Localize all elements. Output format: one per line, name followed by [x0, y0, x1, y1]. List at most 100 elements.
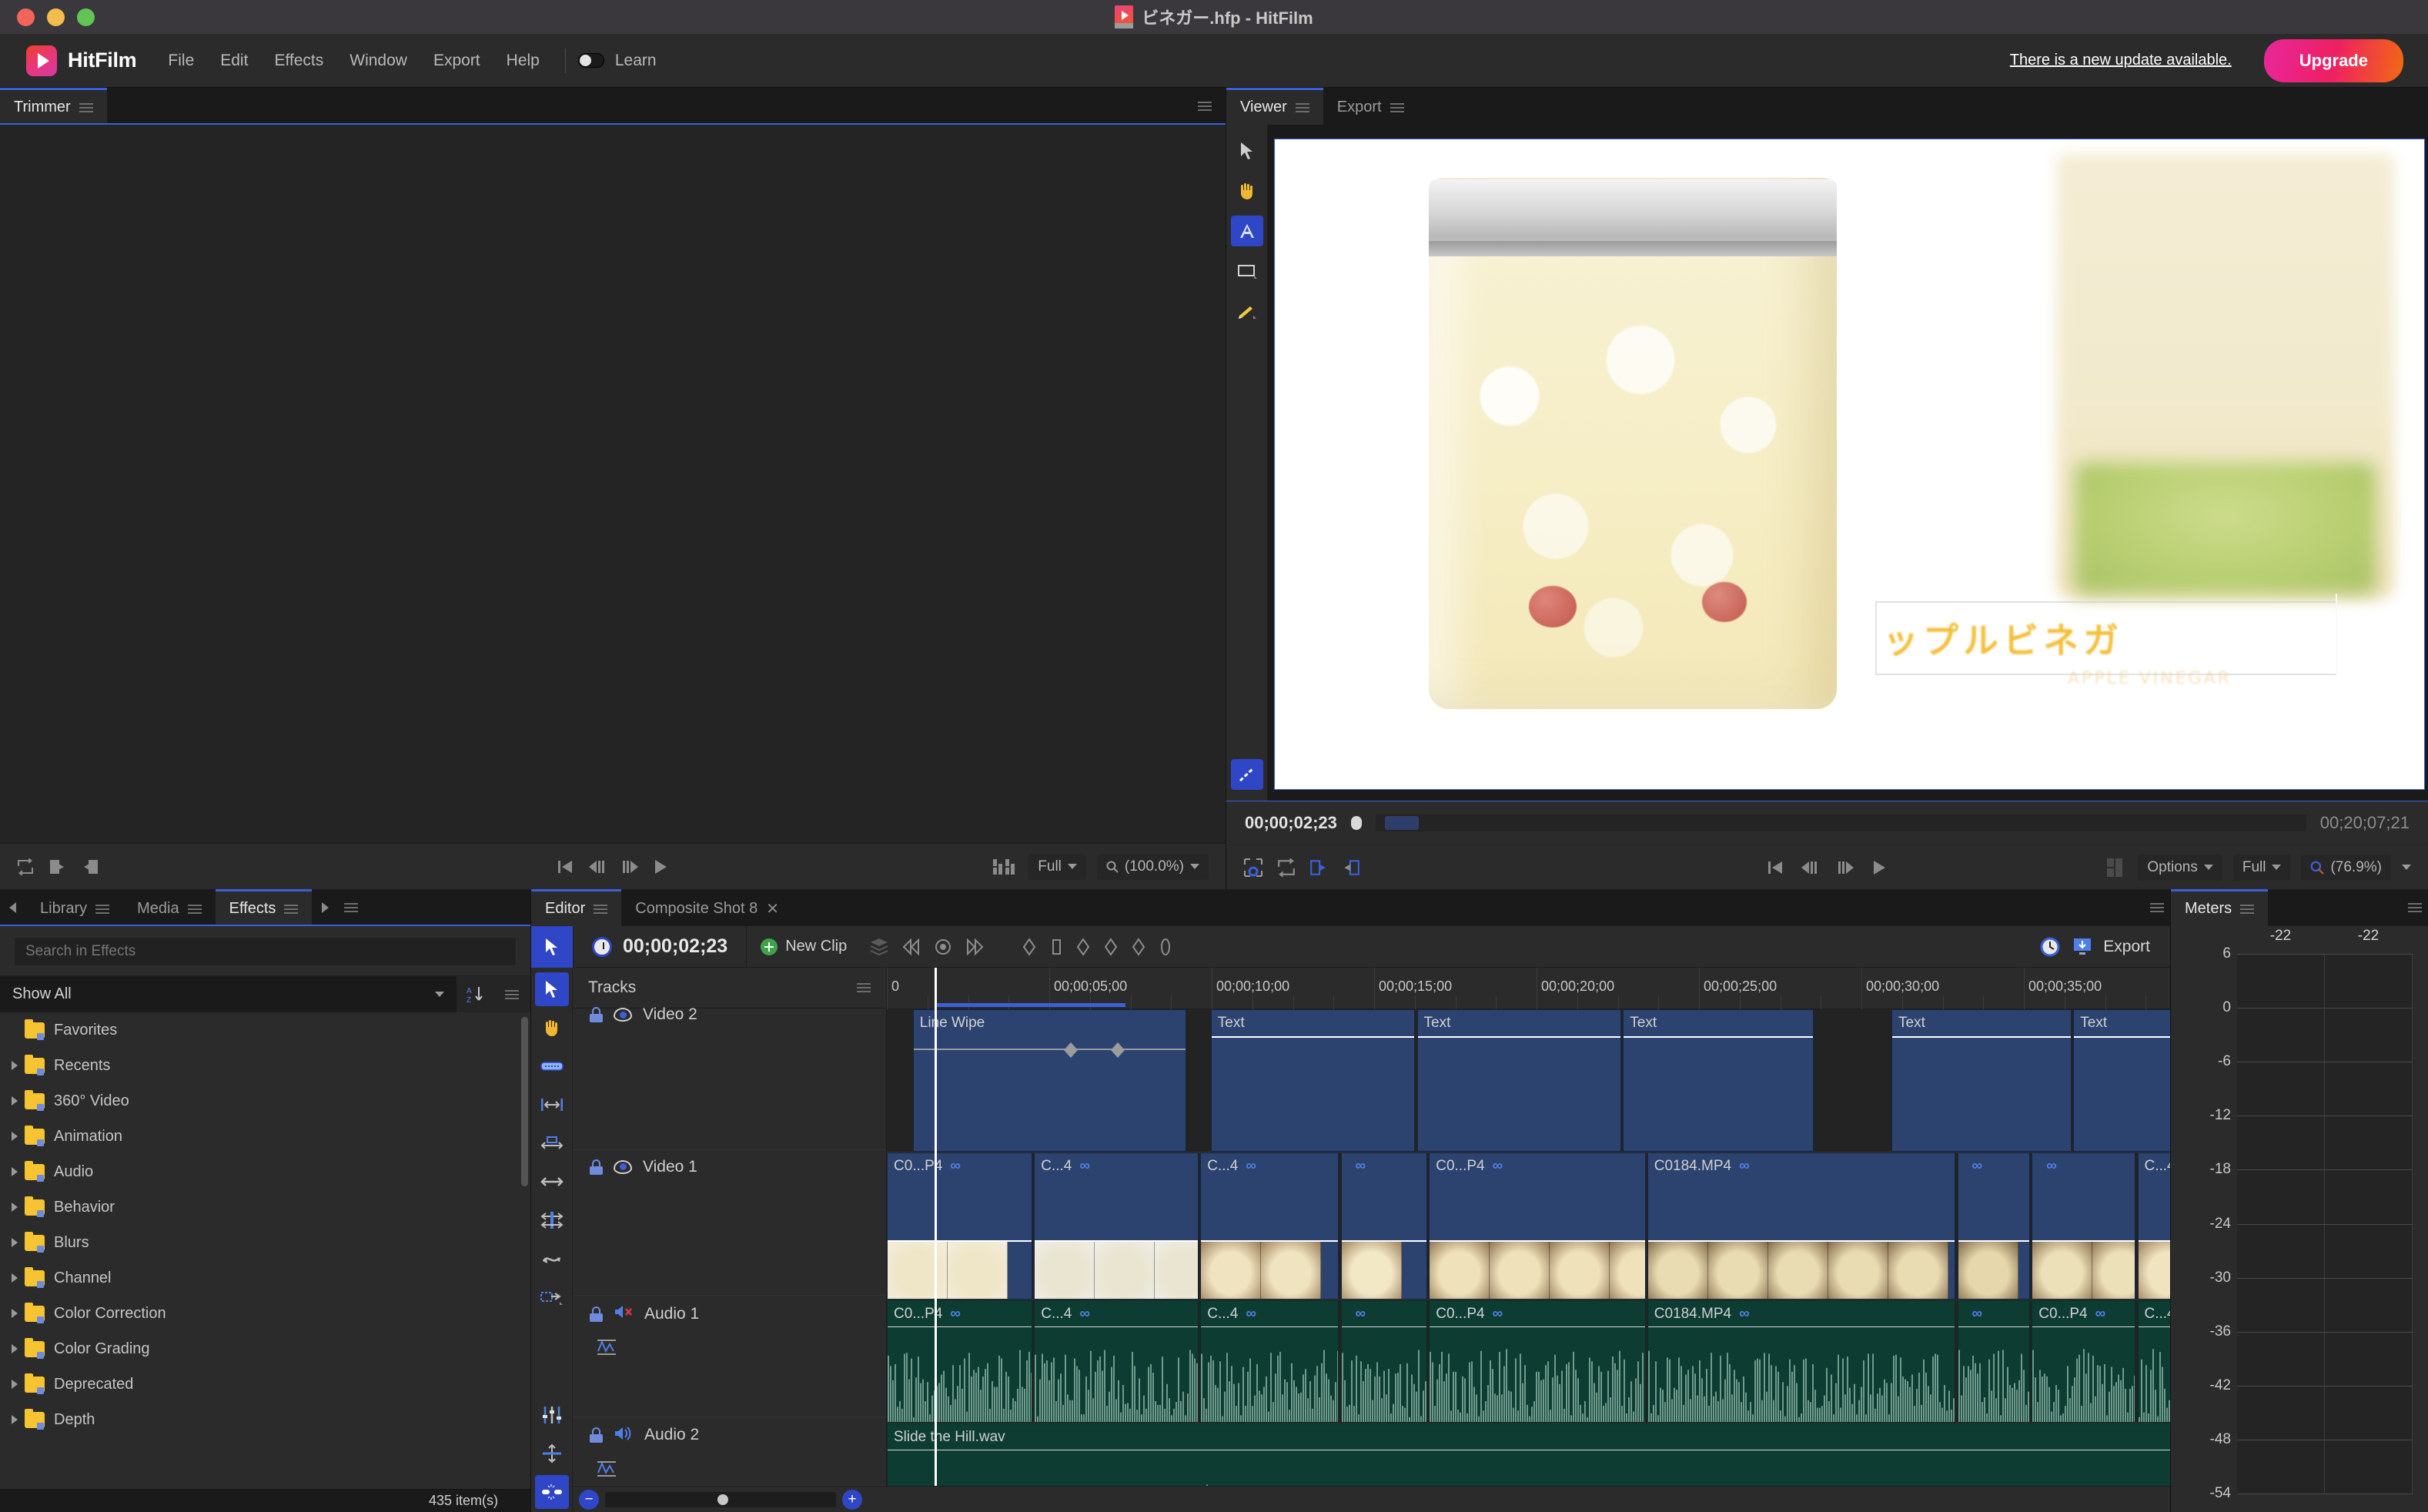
- loop-region-icon[interactable]: [17, 858, 34, 875]
- next-frame-icon[interactable]: [620, 858, 640, 875]
- effects-category-row[interactable]: Animation: [0, 1119, 530, 1154]
- timeline-clip[interactable]: C...4∞: [1200, 1152, 1339, 1300]
- disclosure-triangle-icon[interactable]: [5, 1415, 25, 1424]
- tab-library[interactable]: Library: [26, 889, 123, 926]
- close-icon[interactable]: ✕: [766, 899, 779, 918]
- close-window-button[interactable]: [17, 8, 35, 26]
- link-icon[interactable]: ∞: [950, 1306, 961, 1323]
- new-clip-button[interactable]: New Clip: [747, 938, 861, 955]
- effects-list-menu-button[interactable]: [493, 976, 530, 1012]
- effects-category-row[interactable]: Audio: [0, 1154, 530, 1189]
- viewer-stage[interactable]: ップルビネガ APPLE VINEGAR: [1268, 125, 2428, 801]
- tab-effects[interactable]: Effects: [215, 889, 313, 926]
- timeline-clip[interactable]: ∞: [1957, 1152, 2030, 1300]
- timeline-clip[interactable]: C0184.MP4 ∞: [1647, 1152, 1956, 1300]
- go-to-start-icon[interactable]: [557, 858, 575, 875]
- disclosure-triangle-icon[interactable]: [5, 1096, 25, 1106]
- viewer-zoom-dropdown[interactable]: (76.9%): [2301, 854, 2391, 881]
- timeline-clip[interactable]: Line Wipe: [912, 1009, 1187, 1152]
- timeline-clip[interactable]: C0184.MP4 ∞: [1647, 1300, 1956, 1423]
- tab-composite-shot-8[interactable]: Composite Shot 8 ✕: [621, 889, 793, 926]
- render-queue-icon[interactable]: [2038, 935, 2062, 958]
- menu-edit[interactable]: Edit: [207, 47, 261, 75]
- upgrade-button[interactable]: Upgrade: [2263, 38, 2403, 82]
- previous-frame-icon[interactable]: [587, 858, 607, 875]
- link-icon[interactable]: ∞: [950, 1158, 961, 1175]
- disclosure-triangle-icon[interactable]: [5, 1061, 25, 1070]
- keyframe-smooth-icon[interactable]: [1130, 937, 1147, 957]
- track-header-video1[interactable]: Video 1: [573, 1150, 886, 1296]
- disclosure-triangle-icon[interactable]: [5, 1167, 25, 1176]
- panel-menu-icon[interactable]: [1295, 102, 1309, 112]
- panel-menu-icon[interactable]: [1390, 102, 1404, 112]
- track-header-video2[interactable]: Video 2: [573, 1005, 886, 1150]
- link-icon[interactable]: ∞: [1079, 1306, 1090, 1323]
- effects-panel-menu-button[interactable]: [338, 889, 364, 926]
- maximize-window-button[interactable]: [77, 8, 95, 26]
- lock-icon[interactable]: [590, 1427, 603, 1443]
- stack-layers-icon[interactable]: [868, 936, 890, 958]
- timeline-clip[interactable]: ∞: [1340, 1152, 1427, 1300]
- viewer-options-dropdown[interactable]: Options: [2138, 854, 2222, 881]
- link-icon[interactable]: ∞: [1079, 1158, 1090, 1175]
- lock-icon[interactable]: [590, 1306, 603, 1322]
- set-out-point-icon[interactable]: [82, 858, 99, 875]
- tabs-scroll-left-button[interactable]: [0, 889, 26, 926]
- trim-tool[interactable]: [535, 1088, 569, 1122]
- timeline-select-tool[interactable]: [531, 925, 573, 968]
- tab-media[interactable]: Media: [123, 889, 215, 926]
- text-tool[interactable]: [1230, 216, 1263, 246]
- effects-category-row[interactable]: 360° Video: [0, 1083, 530, 1119]
- tab-editor[interactable]: Editor: [531, 889, 622, 926]
- spline-tool[interactable]: [1230, 759, 1263, 790]
- effects-filter-dropdown[interactable]: Show All: [0, 976, 457, 1012]
- timeline-clip[interactable]: C...4∞: [1200, 1300, 1339, 1423]
- rectangle-tool[interactable]: [1231, 256, 1263, 286]
- menu-effects[interactable]: Effects: [261, 47, 336, 75]
- track-lane-video-2[interactable]: Line Wipe Text Text Text Text Text: [887, 1009, 2170, 1152]
- menu-help[interactable]: Help: [493, 47, 553, 75]
- track-select-forward-tool[interactable]: [535, 1280, 569, 1314]
- effects-category-row[interactable]: Blurs: [0, 1225, 530, 1260]
- link-icon[interactable]: ∞: [1972, 1158, 1983, 1175]
- tab-viewer[interactable]: Viewer: [1226, 88, 1323, 125]
- meters-panel-menu-button[interactable]: [2402, 889, 2428, 926]
- update-available-link[interactable]: There is a new update available.: [2010, 52, 2232, 69]
- disclosure-triangle-icon[interactable]: [5, 1380, 25, 1389]
- learn-toggle[interactable]: [577, 53, 604, 68]
- track-height-button[interactable]: [535, 1437, 569, 1470]
- timeline-clip[interactable]: C0...P4 ∞: [887, 1152, 1032, 1300]
- link-icon[interactable]: ∞: [2095, 1306, 2106, 1323]
- disclosure-triangle-icon[interactable]: [5, 1309, 25, 1318]
- trimmer-canvas[interactable]: [0, 125, 1226, 843]
- keyframe-marker[interactable]: [1064, 1042, 1079, 1058]
- effects-category-row[interactable]: Deprecated: [0, 1366, 530, 1402]
- timeline-clip[interactable]: C...4∞: [1034, 1300, 1199, 1423]
- zoom-in-button[interactable]: +: [842, 1489, 862, 1510]
- effects-category-row[interactable]: Depth: [0, 1402, 530, 1437]
- menu-window[interactable]: Window: [336, 47, 420, 75]
- timeline-clip[interactable]: C0...P4 ∞: [1429, 1152, 1646, 1300]
- timeline-clip[interactable]: C0...P4 ∞: [887, 1300, 1032, 1423]
- disclosure-triangle-icon[interactable]: [5, 1344, 25, 1353]
- export-icon[interactable]: [2071, 936, 2094, 958]
- next-frame-icon[interactable]: [1834, 859, 1856, 876]
- timeline-clip[interactable]: Text: [2073, 1009, 2170, 1152]
- play-icon[interactable]: [652, 858, 669, 875]
- viewer-scrubber[interactable]: [1375, 815, 2306, 831]
- trimmer-options-icon[interactable]: [1198, 102, 1212, 111]
- hand-tool[interactable]: [535, 1011, 569, 1045]
- panel-menu-icon[interactable]: [284, 904, 299, 914]
- link-icon[interactable]: ∞: [1739, 1158, 1750, 1175]
- keyframe-marker[interactable]: [1110, 1042, 1125, 1058]
- timeline-clip[interactable]: Text: [1891, 1009, 2072, 1152]
- export-button-label[interactable]: Export: [2103, 938, 2150, 956]
- timeline-clip[interactable]: C...4∞: [1034, 1152, 1199, 1300]
- track-header-audio1[interactable]: Audio 1: [573, 1296, 886, 1417]
- timeline-clip[interactable]: C...4∞: [2137, 1152, 2170, 1300]
- timeline-clip[interactable]: Slide the Hill.wav: [887, 1423, 2170, 1486]
- track-lane-video-1[interactable]: C0...P4 ∞ C...4 ∞ C...4 ∞ ∞ C0...P4 ∞ C0184.MP4 ∞ ∞…: [887, 1152, 2170, 1300]
- add-marker-icon[interactable]: [933, 937, 953, 957]
- effects-category-row[interactable]: Color Correction: [0, 1296, 530, 1331]
- razor-tool[interactable]: [535, 1049, 569, 1083]
